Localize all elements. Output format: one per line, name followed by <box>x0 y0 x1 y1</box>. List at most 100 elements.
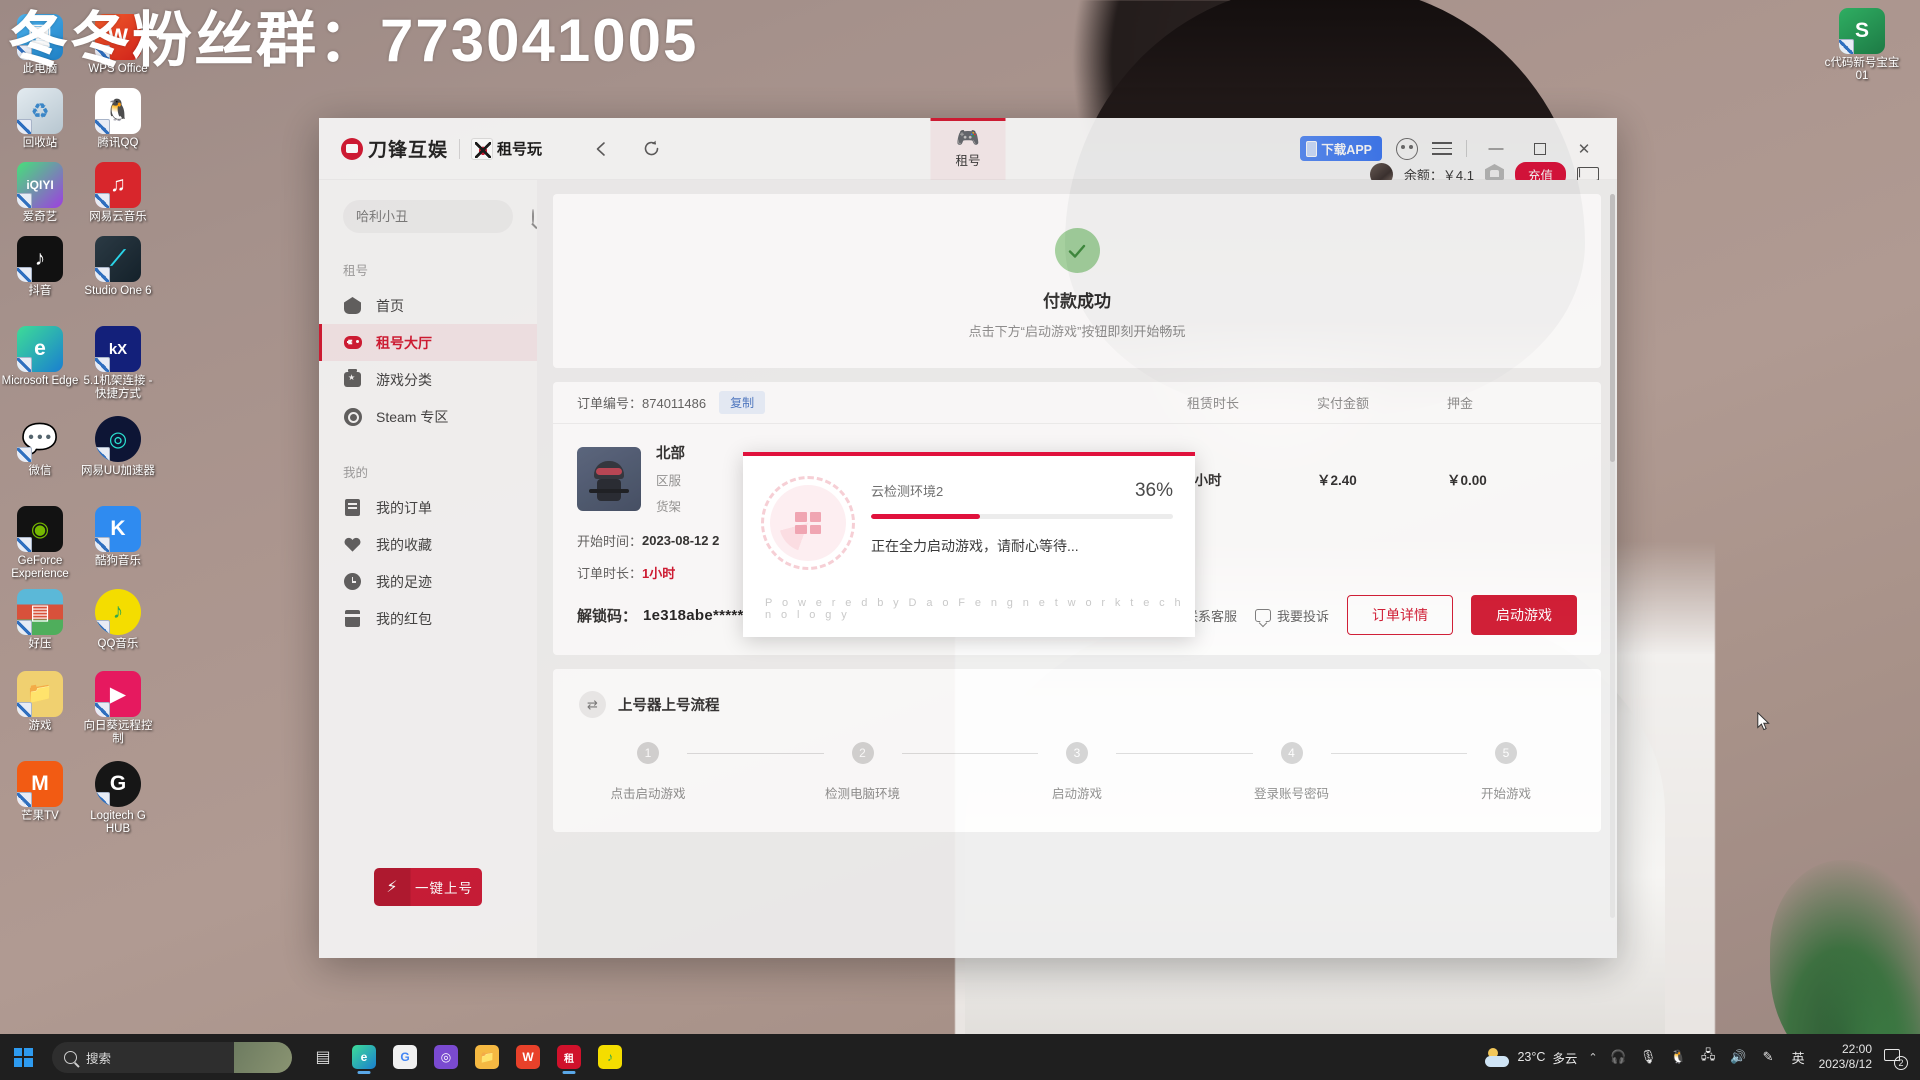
desktop-icon-label: 回收站 <box>22 137 58 149</box>
sidebar-item-game-category[interactable]: 游戏分类 <box>319 361 537 398</box>
minimize-button[interactable]: — <box>1481 137 1511 161</box>
microphone-icon[interactable]: 🎙 <box>1639 1048 1658 1067</box>
one-key-login-button[interactable]: ⚡ 一键上号 <box>374 868 482 906</box>
sidebar-item-label: 我的红包 <box>376 610 432 627</box>
copy-order-number-button[interactable]: 复制 <box>719 391 766 414</box>
desktop-icon-iqiyi[interactable]: iQIYI 爱奇艺 <box>0 162 80 224</box>
flow-card: ⇄ 上号器上号流程 1 点击启动游戏 2 检测电脑环境 3 启动游戏 4 登录账… <box>553 669 1601 832</box>
notification-center-button[interactable]: 2 <box>1883 1047 1908 1070</box>
game-thumbnail[interactable] <box>577 446 641 511</box>
desktop-icon-qq-music[interactable]: ♪ QQ音乐 <box>78 589 158 651</box>
desktop-icon-mango-tv[interactable]: M 芒果TV <box>0 761 80 823</box>
desktop-icon-wps-office[interactable]: W WPS Office <box>78 14 158 76</box>
desktop-icon-label: 游戏 <box>28 720 52 732</box>
taskbar-qq-music[interactable]: ♪ <box>593 1038 627 1076</box>
desktop-icon-edge[interactable]: e Microsoft Edge <box>0 326 80 388</box>
sidebar-item-label: 租号大厅 <box>376 334 432 351</box>
mango-tv-icon: M <box>17 761 63 807</box>
desktop-icon-excel-file[interactable]: S c代码新号宝宝01 <box>1822 8 1902 83</box>
tencent-qq-icon: 🐧 <box>95 88 141 134</box>
desktop-icon-studio-one[interactable]: ⟋ Studio One 6 <box>78 236 158 298</box>
kx-rack-icon: kX <box>95 326 141 372</box>
desktop-icon-tencent-qq[interactable]: 🐧 腾讯QQ <box>78 88 158 150</box>
flow-step-5: 5 开始游戏 <box>1467 742 1545 802</box>
sidebar-item-my-orders[interactable]: 我的订单 <box>319 489 537 526</box>
desktop-icon-label: GeForce Experience <box>11 555 69 580</box>
zuhaowan-logo: 租号玩 <box>471 137 543 160</box>
pen-icon[interactable]: ✎ <box>1759 1048 1778 1067</box>
search-input[interactable] <box>356 209 532 224</box>
taskbar-task-view[interactable]: ▤ <box>306 1038 340 1076</box>
launch-game-button[interactable]: 启动游戏 <box>1471 595 1577 635</box>
network-icon[interactable]: 🖧 <box>1699 1047 1718 1067</box>
close-button[interactable]: ✕ <box>1569 137 1599 161</box>
desktop-icon-geforce-experience[interactable]: ◉ GeForce Experience <box>0 506 80 581</box>
desktop-icon-label: 爱奇艺 <box>22 211 58 223</box>
taskbar-media-player[interactable]: ◎ <box>429 1038 463 1076</box>
download-app-label: 下载APP <box>1321 143 1372 157</box>
desktop-icon-kx-rack[interactable]: kX 5.1机架连接 - 快捷方式 <box>78 326 158 401</box>
flow-step-2: 2 检测电脑环境 <box>824 742 902 802</box>
back-button[interactable] <box>588 136 614 162</box>
netease-music-icon: ♫ <box>95 162 141 208</box>
refresh-button[interactable] <box>638 136 664 162</box>
taskbar-zuhaowan[interactable]: 租 <box>552 1038 586 1076</box>
taskbar-wps[interactable]: W <box>511 1038 545 1076</box>
desktop-icon-logitech-g-hub[interactable]: G Logitech G HUB <box>78 761 158 836</box>
modal-title: 云检测环境2 <box>871 484 944 499</box>
sidebar-item-my-footprint[interactable]: 我的足迹 <box>319 563 537 600</box>
desktop-icon-haozip[interactable]: ▤ 好压 <box>0 589 80 651</box>
start-button[interactable] <box>0 1034 46 1080</box>
menu-icon[interactable] <box>1432 138 1452 159</box>
sidebar-item-zuhao-hall[interactable]: 租号大厅 <box>319 324 537 361</box>
sidebar-item-my-redpacket[interactable]: 我的红包 <box>319 600 537 637</box>
step-number: 3 <box>1066 742 1088 764</box>
weather-widget[interactable]: 23°C 多云 <box>1485 1047 1577 1067</box>
desktop-icon-games-folder[interactable]: 📁 游戏 <box>0 671 80 733</box>
chevron-up-icon[interactable]: ⌃ <box>1588 1051 1597 1064</box>
brand-sub-name: 租号玩 <box>497 141 543 158</box>
desktop-icon-douyin[interactable]: ♪ 抖音 <box>0 236 80 298</box>
desktop-icon-netease-music[interactable]: ♫ 网易云音乐 <box>78 162 158 224</box>
desktop-icon-label: Microsoft Edge <box>1 375 79 387</box>
volume-icon[interactable]: 🔊 <box>1729 1048 1748 1067</box>
brand-divider <box>459 138 461 159</box>
maximize-button[interactable] <box>1525 137 1555 161</box>
step-connector <box>1330 753 1467 754</box>
smiley-icon[interactable] <box>1396 137 1418 160</box>
desktop-icon-recycle-bin[interactable]: ♻ 回收站 <box>0 88 80 150</box>
taskbar-search[interactable]: 搜索 <box>52 1041 292 1073</box>
desktop-icon-kugou[interactable]: K 酷狗音乐 <box>78 506 158 568</box>
sidebar-search[interactable] <box>343 200 534 233</box>
order-detail-button[interactable]: 订单详情 <box>1347 595 1453 635</box>
taskbar-chrome[interactable]: G <box>388 1038 422 1076</box>
complaint-link[interactable]: 我要投诉 <box>1254 606 1329 625</box>
daofeng-mark-icon <box>341 137 363 160</box>
step-number: 5 <box>1495 742 1517 764</box>
desktop-icon-uu-booster[interactable]: ◎ 网易UU加速器 <box>78 416 158 478</box>
flow-step-4: 4 登录账号密码 <box>1253 742 1331 802</box>
sidebar-item-home[interactable]: 首页 <box>319 287 537 324</box>
ime-indicator[interactable]: 英 <box>1789 1048 1808 1067</box>
excel-file-icon: S <box>1839 8 1885 54</box>
search-icon[interactable] <box>532 209 534 224</box>
sidebar: 租号 首页 租号大厅 游戏分类 Steam 专区 我的 <box>319 180 537 958</box>
sidebar-item-my-favorites[interactable]: 我的收藏 <box>319 526 537 563</box>
taskbar-clock[interactable]: 22:00 2023/8/12 <box>1819 1042 1872 1072</box>
download-app-button[interactable]: 下载APP <box>1300 136 1382 161</box>
sidebar-item-steam[interactable]: Steam 专区 <box>319 398 537 435</box>
scrollbar-thumb[interactable] <box>1610 194 1615 462</box>
desktop-icon-this-pc[interactable]: 🖥 此电脑 <box>0 14 80 76</box>
tab-zuhao[interactable]: 🎮 租号 <box>930 118 1006 180</box>
edge-icon: e <box>17 326 63 372</box>
taskbar-edge[interactable]: e <box>347 1038 381 1076</box>
desktop-icon-sunlogin[interactable]: ▶ 向日葵远程控制 <box>78 671 158 746</box>
taskbar-search-placeholder: 搜索 <box>86 1051 112 1066</box>
qq-tray-icon[interactable]: 🐧 <box>1669 1048 1688 1067</box>
progress-bar-fill <box>871 514 980 519</box>
taskbar-file-explorer[interactable]: 📁 <box>470 1038 504 1076</box>
desktop-icon-wechat[interactable]: 💬 微信 <box>0 416 80 478</box>
kugou-icon: K <box>95 506 141 552</box>
column-header-duration: 租赁时长 <box>1187 396 1240 411</box>
headset-muted-icon[interactable]: 🎧 <box>1609 1048 1628 1067</box>
